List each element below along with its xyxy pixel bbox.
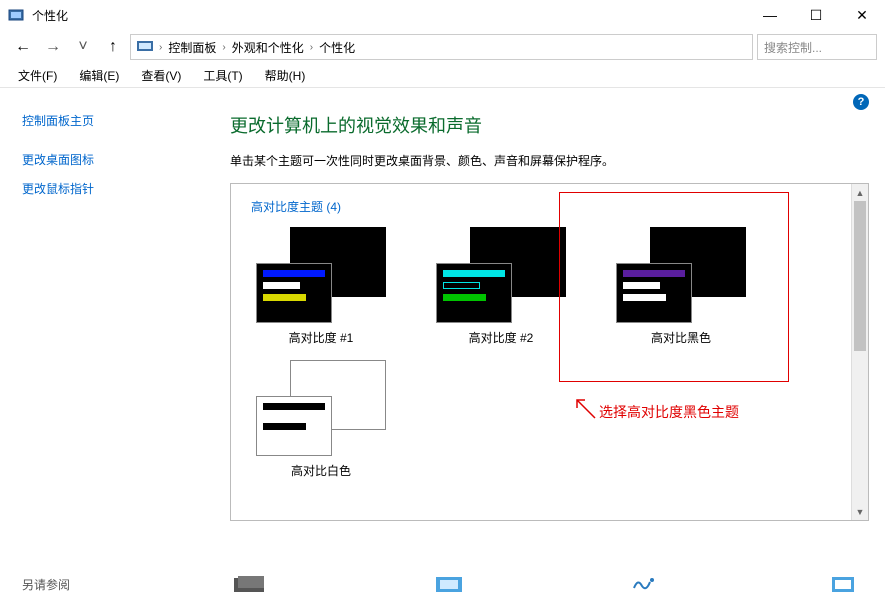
main-pane: ? 更改计算机上的视觉效果和声音 单击某个主题可一次性同时更改桌面背景、颜色、声… [230,88,885,568]
theme-label: 高对比度 #2 [431,329,571,346]
themes-panel: 高对比度主题 (4) 高对比度 #1 [230,183,869,521]
themes-section-title: 高对比度主题 (4) [251,198,848,215]
menu-view[interactable]: 查看(V) [131,64,191,87]
theme-item[interactable]: 高对比度 #2 [431,227,571,346]
theme-item[interactable]: 高对比度 #1 [251,227,391,346]
scroll-down-icon[interactable]: ▼ [852,503,868,520]
menu-file[interactable]: 文件(F) [8,64,67,87]
menu-tools[interactable]: 工具(T) [193,64,252,87]
sidebar-link-desktop-icons[interactable]: 更改桌面图标 [22,145,220,174]
up-button[interactable]: ↑ [100,34,126,60]
menu-help[interactable]: 帮助(H) [255,64,316,87]
page-heading: 更改计算机上的视觉效果和声音 [230,112,869,138]
see-also-icon[interactable] [830,574,870,594]
breadcrumb[interactable]: 个性化 [319,39,355,56]
forward-button[interactable]: → [40,34,66,60]
menu-edit[interactable]: 编辑(E) [69,64,129,87]
see-also-row: 另请参阅 [0,568,885,594]
see-also-icon[interactable] [230,574,270,594]
theme-label: 高对比度 #1 [251,329,391,346]
search-input[interactable]: 搜索控制... [757,34,877,60]
annotation-callout-text: 选择高对比度黑色主题 [599,402,739,422]
scrollbar[interactable]: ▲ ▼ [851,184,868,520]
recent-button[interactable]: ˅ [70,34,96,60]
maximize-button[interactable]: ☐ [793,0,839,30]
scroll-thumb[interactable] [854,201,866,351]
title-bar: 个性化 — ☐ ✕ [0,0,885,30]
back-button[interactable]: ← [10,34,36,60]
theme-thumbnail [436,227,566,323]
breadcrumb[interactable]: 控制面板 [168,39,216,56]
see-also-icon[interactable] [630,574,670,594]
sidebar: 控制面板主页 更改桌面图标 更改鼠标指针 [0,88,230,568]
sidebar-link-mouse-pointer[interactable]: 更改鼠标指针 [22,174,220,203]
chevron-right-icon: › [310,42,313,53]
help-icon[interactable]: ? [853,94,869,110]
theme-item[interactable]: 高对比白色 [251,360,391,479]
page-description: 单击某个主题可一次性同时更改桌面背景、颜色、声音和屏幕保护程序。 [230,152,869,169]
address-bar[interactable]: › 控制面板 › 外观和个性化 › 个性化 [130,34,753,60]
theme-thumbnail [256,227,386,323]
theme-item[interactable]: 高对比黑色 [611,227,751,346]
close-button[interactable]: ✕ [839,0,885,30]
minimize-button[interactable]: — [747,0,793,30]
chevron-right-icon: › [159,42,162,53]
app-icon [8,7,24,23]
theme-thumbnail [616,227,746,323]
annotation-arrow-icon [573,396,597,423]
address-icon [137,39,153,56]
breadcrumb[interactable]: 外观和个性化 [232,39,304,56]
menu-bar: 文件(F) 编辑(E) 查看(V) 工具(T) 帮助(H) [0,64,885,88]
theme-label: 高对比白色 [251,462,391,479]
search-placeholder: 搜索控制... [764,39,822,56]
nav-row: ← → ˅ ↑ › 控制面板 › 外观和个性化 › 个性化 搜索控制... [0,30,885,64]
theme-thumbnail [256,360,386,456]
body: 控制面板主页 更改桌面图标 更改鼠标指针 ? 更改计算机上的视觉效果和声音 单击… [0,88,885,568]
sidebar-home-link[interactable]: 控制面板主页 [22,106,220,135]
scroll-up-icon[interactable]: ▲ [852,184,868,201]
theme-label: 高对比黑色 [611,329,751,346]
chevron-right-icon: › [222,42,225,53]
window-title: 个性化 [32,7,68,24]
see-also-label: 另请参阅 [22,576,70,593]
see-also-icon[interactable] [430,574,470,594]
